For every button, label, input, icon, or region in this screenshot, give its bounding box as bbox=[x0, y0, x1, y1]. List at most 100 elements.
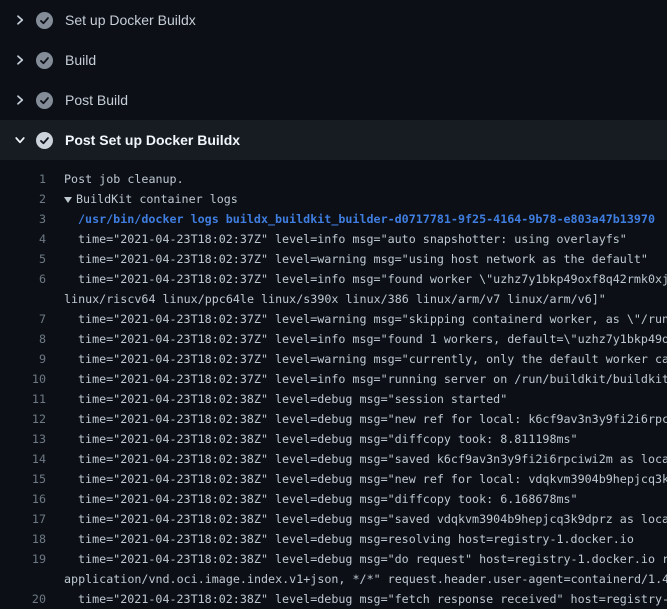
line-number[interactable]: 16 bbox=[0, 492, 46, 506]
log-row: 18 time="2021-04-23T18:02:38Z" level=deb… bbox=[0, 529, 667, 549]
log-row: 10 time="2021-04-23T18:02:37Z" level=inf… bbox=[0, 369, 667, 389]
log-view: 1 Post job cleanup. 2 BuildKit container… bbox=[0, 160, 667, 609]
step-label: Post Set up Docker Buildx bbox=[65, 132, 240, 148]
chevron-right-icon[interactable] bbox=[12, 12, 28, 28]
log-group-collapse-icon[interactable] bbox=[64, 197, 72, 203]
log-line: time="2021-04-23T18:02:38Z" level=debug … bbox=[78, 552, 667, 566]
log-line: time="2021-04-23T18:02:37Z" level=info m… bbox=[78, 272, 667, 286]
log-text: time="2021-04-23T18:02:37Z" level=info m… bbox=[78, 232, 627, 246]
line-number[interactable]: 12 bbox=[0, 412, 46, 426]
log-text: time="2021-04-23T18:02:38Z" level=debug … bbox=[78, 412, 667, 426]
log-line: time="2021-04-23T18:02:38Z" level=debug … bbox=[78, 532, 634, 546]
log-text: time="2021-04-23T18:02:37Z" level=info m… bbox=[78, 372, 667, 386]
line-number[interactable]: 19 bbox=[0, 552, 46, 566]
log-row: 3 /usr/bin/docker logs buildx_buildkit_b… bbox=[0, 209, 667, 229]
log-text: time="2021-04-23T18:02:37Z" level=warnin… bbox=[78, 352, 667, 366]
check-circle-icon bbox=[36, 12, 53, 29]
log-row: 17 time="2021-04-23T18:02:38Z" level=deb… bbox=[0, 509, 667, 529]
check-circle-icon bbox=[36, 92, 53, 109]
log-line: time="2021-04-23T18:02:38Z" level=debug … bbox=[78, 512, 667, 526]
line-number[interactable]: 8 bbox=[0, 332, 46, 346]
log-row: 8 time="2021-04-23T18:02:37Z" level=info… bbox=[0, 329, 667, 349]
line-number[interactable]: 20 bbox=[0, 592, 46, 606]
log-text: time="2021-04-23T18:02:38Z" level=debug … bbox=[78, 392, 507, 406]
log-row: 13 time="2021-04-23T18:02:38Z" level=deb… bbox=[0, 429, 667, 449]
line-number[interactable]: 5 bbox=[0, 252, 46, 266]
step-row-post-build[interactable]: Post Build bbox=[0, 80, 667, 120]
log-line: time="2021-04-23T18:02:38Z" level=debug … bbox=[78, 492, 578, 506]
log-text: time="2021-04-23T18:02:38Z" level=debug … bbox=[78, 592, 667, 606]
log-line: time="2021-04-23T18:02:37Z" level=info m… bbox=[78, 332, 667, 346]
log-line: time="2021-04-23T18:02:37Z" level=warnin… bbox=[78, 312, 667, 326]
line-number[interactable]: 18 bbox=[0, 532, 46, 546]
line-number[interactable]: 10 bbox=[0, 372, 46, 386]
log-line: application/vnd.oci.image.index.v1+json,… bbox=[64, 572, 667, 586]
step-row-set-up-docker-buildx[interactable]: Set up Docker Buildx bbox=[0, 0, 667, 40]
log-line: Post job cleanup. bbox=[64, 172, 184, 186]
log-line: time="2021-04-23T18:02:38Z" level=debug … bbox=[78, 432, 578, 446]
log-row: 14 time="2021-04-23T18:02:38Z" level=deb… bbox=[0, 449, 667, 469]
log-line: time="2021-04-23T18:02:38Z" level=debug … bbox=[78, 412, 667, 426]
line-number[interactable]: 4 bbox=[0, 232, 46, 246]
log-row: application/vnd.oci.image.index.v1+json,… bbox=[0, 569, 667, 589]
log-line: time="2021-04-23T18:02:37Z" level=warnin… bbox=[78, 252, 648, 266]
log-row: 5 time="2021-04-23T18:02:37Z" level=warn… bbox=[0, 249, 667, 269]
step-label: Set up Docker Buildx bbox=[65, 12, 196, 28]
log-text: linux/riscv64 linux/ppc64le linux/s390x … bbox=[64, 292, 606, 306]
log-row: 4 time="2021-04-23T18:02:37Z" level=info… bbox=[0, 229, 667, 249]
line-number[interactable]: 2 bbox=[0, 192, 46, 206]
step-label: Build bbox=[65, 52, 96, 68]
log-line: linux/riscv64 linux/ppc64le linux/s390x … bbox=[64, 292, 606, 306]
log-line: /usr/bin/docker logs buildx_buildkit_bui… bbox=[78, 212, 655, 226]
log-row: linux/riscv64 linux/ppc64le linux/s390x … bbox=[0, 289, 667, 309]
log-row: 11 time="2021-04-23T18:02:38Z" level=deb… bbox=[0, 389, 667, 409]
line-number[interactable]: 1 bbox=[0, 172, 46, 186]
check-circle-icon bbox=[36, 132, 53, 149]
log-line: time="2021-04-23T18:02:38Z" level=debug … bbox=[78, 592, 667, 606]
step-label: Post Build bbox=[65, 92, 128, 108]
actions-log-viewer: Set up Docker Buildx Build P bbox=[0, 0, 667, 609]
line-number[interactable]: 6 bbox=[0, 272, 46, 286]
log-text: application/vnd.oci.image.index.v1+json,… bbox=[64, 572, 667, 586]
log-text: Post job cleanup. bbox=[64, 172, 184, 186]
log-text: time="2021-04-23T18:02:38Z" level=debug … bbox=[78, 432, 578, 446]
line-number[interactable]: 3 bbox=[0, 212, 46, 226]
chevron-right-icon[interactable] bbox=[12, 92, 28, 108]
line-number[interactable]: 11 bbox=[0, 392, 46, 406]
log-line: time="2021-04-23T18:02:37Z" level=warnin… bbox=[78, 352, 667, 366]
log-row: 6 time="2021-04-23T18:02:37Z" level=info… bbox=[0, 269, 667, 289]
step-row-build[interactable]: Build bbox=[0, 40, 667, 80]
chevron-right-icon[interactable] bbox=[12, 52, 28, 68]
log-row: 15 time="2021-04-23T18:02:38Z" level=deb… bbox=[0, 469, 667, 489]
log-text: time="2021-04-23T18:02:37Z" level=info m… bbox=[78, 272, 667, 286]
line-number[interactable]: 13 bbox=[0, 432, 46, 446]
step-row-post-set-up-docker-buildx[interactable]: Post Set up Docker Buildx bbox=[0, 120, 667, 160]
log-text: time="2021-04-23T18:02:38Z" level=debug … bbox=[78, 512, 667, 526]
log-text: time="2021-04-23T18:02:38Z" level=debug … bbox=[78, 472, 667, 486]
line-number[interactable]: 9 bbox=[0, 352, 46, 366]
line-number[interactable]: 15 bbox=[0, 472, 46, 486]
log-row: 19 time="2021-04-23T18:02:38Z" level=deb… bbox=[0, 549, 667, 569]
chevron-down-icon[interactable] bbox=[12, 132, 28, 148]
log-line: BuildKit container logs bbox=[64, 192, 238, 206]
log-line: time="2021-04-23T18:02:37Z" level=info m… bbox=[78, 372, 667, 386]
log-text: BuildKit container logs bbox=[76, 192, 238, 206]
log-line: time="2021-04-23T18:02:38Z" level=debug … bbox=[78, 472, 667, 486]
log-row: 12 time="2021-04-23T18:02:38Z" level=deb… bbox=[0, 409, 667, 429]
log-row: 1 Post job cleanup. bbox=[0, 169, 667, 189]
log-row: 9 time="2021-04-23T18:02:37Z" level=warn… bbox=[0, 349, 667, 369]
log-row: 16 time="2021-04-23T18:02:38Z" level=deb… bbox=[0, 489, 667, 509]
log-text: time="2021-04-23T18:02:38Z" level=debug … bbox=[78, 452, 667, 466]
line-number[interactable]: 14 bbox=[0, 452, 46, 466]
log-row: 2 BuildKit container logs bbox=[0, 189, 667, 209]
log-text: time="2021-04-23T18:02:38Z" level=debug … bbox=[78, 532, 634, 546]
log-text: /usr/bin/docker logs buildx_buildkit_bui… bbox=[78, 212, 655, 226]
log-line: time="2021-04-23T18:02:37Z" level=info m… bbox=[78, 232, 627, 246]
log-text: time="2021-04-23T18:02:38Z" level=debug … bbox=[78, 552, 667, 566]
line-number[interactable]: 7 bbox=[0, 312, 46, 326]
log-text: time="2021-04-23T18:02:38Z" level=debug … bbox=[78, 492, 578, 506]
log-text: time="2021-04-23T18:02:37Z" level=info m… bbox=[78, 332, 667, 346]
line-number[interactable]: 17 bbox=[0, 512, 46, 526]
log-row: 7 time="2021-04-23T18:02:37Z" level=warn… bbox=[0, 309, 667, 329]
log-row: 20 time="2021-04-23T18:02:38Z" level=deb… bbox=[0, 589, 667, 609]
